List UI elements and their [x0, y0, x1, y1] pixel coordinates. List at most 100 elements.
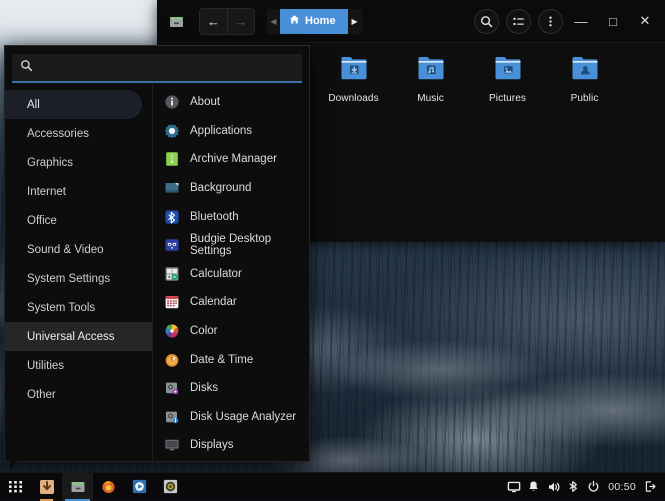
search-icon[interactable] — [474, 9, 499, 34]
app-item-disks[interactable]: Disks — [153, 374, 309, 403]
app-label: Color — [190, 325, 217, 337]
folder-music-icon — [414, 53, 448, 90]
tb-file-manager-icon[interactable] — [62, 473, 93, 501]
folder-item[interactable]: Pictures — [469, 49, 546, 113]
app-item-budgie-desktop-settings[interactable]: Budgie Desktop Settings — [153, 231, 309, 260]
menu-kebab-icon[interactable] — [538, 9, 563, 34]
app-item-date-time[interactable]: Date & Time — [153, 345, 309, 374]
app-label: Archive Manager — [190, 153, 277, 165]
background-icon — [163, 180, 180, 197]
category-item-office[interactable]: Office — [5, 206, 152, 235]
app-item-color[interactable]: Color — [153, 317, 309, 346]
maximize-button[interactable]: □ — [599, 7, 627, 35]
notifications-bell-icon[interactable] — [524, 473, 543, 501]
tb-firefox-icon[interactable] — [93, 473, 124, 501]
category-item-other[interactable]: Other — [5, 380, 152, 409]
folder-item[interactable]: Public — [546, 49, 623, 113]
back-button[interactable]: ← — [200, 9, 227, 34]
app-item-background[interactable]: Background — [153, 174, 309, 203]
tb-app-grid-icon[interactable] — [0, 473, 31, 501]
applications-icon — [163, 122, 180, 139]
tb-downloads-icon[interactable] — [31, 473, 62, 501]
menu-search-area[interactable] — [5, 46, 309, 83]
folder-item[interactable]: Downloads — [315, 49, 392, 113]
breadcrumb-home[interactable]: Home — [280, 9, 348, 34]
disk-usage-analyzer-icon — [163, 408, 180, 425]
folder-label: Pictures — [489, 93, 526, 104]
folder-downloads-icon — [337, 53, 371, 90]
power-icon[interactable] — [584, 473, 603, 501]
about-icon — [163, 94, 180, 111]
close-button[interactable]: ✕ — [631, 7, 659, 35]
app-item-applications[interactable]: Applications — [153, 117, 309, 146]
category-item-system-tools[interactable]: System Tools — [5, 293, 152, 322]
search-icon — [20, 59, 33, 77]
app-label: About — [190, 96, 220, 108]
search-box[interactable] — [12, 54, 302, 83]
calendar-icon — [163, 294, 180, 311]
file-manager-titlebar[interactable]: ← → ◀ Home ▶ — [157, 0, 665, 43]
app-item-displays[interactable]: Displays — [153, 431, 309, 460]
archive-manager-icon — [163, 151, 180, 168]
forward-button[interactable]: → — [227, 9, 254, 34]
app-item-bluetooth[interactable]: Bluetooth — [153, 202, 309, 231]
app-label: Background — [190, 182, 251, 194]
folder-public-icon — [568, 53, 602, 90]
app-label: Disk Usage Analyzer — [190, 411, 296, 423]
application-list[interactable]: About Applications Archive Manager Backgrou… — [153, 83, 309, 461]
display-icon[interactable] — [504, 473, 523, 501]
category-item-sound-video[interactable]: Sound & Video — [5, 235, 152, 264]
home-icon — [289, 14, 300, 28]
folder-label: Downloads — [328, 93, 378, 104]
calculator-icon — [163, 265, 180, 282]
breadcrumb-next-icon[interactable]: ▶ — [348, 9, 362, 34]
volume-icon[interactable] — [544, 473, 563, 501]
folder-item[interactable]: Music — [392, 49, 469, 113]
breadcrumb[interactable]: ◀ Home ▶ — [267, 9, 362, 34]
bluetooth-icon — [163, 208, 180, 225]
search-input[interactable] — [40, 61, 294, 75]
disks-icon — [163, 380, 180, 397]
app-label: Date & Time — [190, 354, 253, 366]
color-icon — [163, 323, 180, 340]
app-label: Applications — [190, 125, 252, 137]
category-item-all[interactable]: All — [5, 90, 142, 119]
taskbar[interactable]: 00:50 — [0, 472, 665, 500]
category-item-utilities[interactable]: Utilities — [5, 351, 152, 380]
category-item-internet[interactable]: Internet — [5, 177, 152, 206]
app-label: Bluetooth — [190, 211, 239, 223]
app-label: Disks — [190, 382, 218, 394]
app-item-archive-manager[interactable]: Archive Manager — [153, 145, 309, 174]
app-label: Displays — [190, 439, 233, 451]
list-view-icon[interactable] — [506, 9, 531, 34]
app-label: Calendar — [190, 296, 237, 308]
clock[interactable]: 00:50 — [604, 481, 640, 493]
tb-media-player-icon[interactable] — [124, 473, 155, 501]
folder-label: Public — [571, 93, 599, 104]
category-item-universal-access[interactable]: Universal Access — [5, 322, 152, 351]
breadcrumb-home-label: Home — [305, 15, 336, 27]
date-time-icon — [163, 351, 180, 368]
menu-pointer-tail — [10, 461, 18, 470]
tb-disc-burner-icon[interactable] — [155, 473, 186, 501]
logout-icon[interactable] — [641, 473, 660, 501]
breadcrumb-prev-icon[interactable]: ◀ — [267, 9, 280, 34]
category-item-system-settings[interactable]: System Settings — [5, 264, 152, 293]
app-item-calendar[interactable]: Calendar — [153, 288, 309, 317]
app-item-disk-usage-analyzer[interactable]: Disk Usage Analyzer — [153, 403, 309, 432]
app-item-about[interactable]: About — [153, 88, 309, 117]
folder-label: Music — [417, 93, 444, 104]
category-item-graphics[interactable]: Graphics — [5, 148, 152, 177]
bluetooth-icon[interactable] — [564, 473, 583, 501]
category-item-accessories[interactable]: Accessories — [5, 119, 152, 148]
nav-buttons[interactable]: ← → — [199, 8, 255, 35]
minimize-button[interactable]: — — [567, 7, 595, 35]
app-label: Calculator — [190, 268, 242, 280]
category-list[interactable]: AllAccessoriesGraphicsInternetOfficeSoun… — [5, 83, 153, 461]
file-manager-icon — [163, 8, 189, 34]
app-item-calculator[interactable]: Calculator — [153, 260, 309, 289]
budgie-settings-icon — [163, 237, 180, 254]
displays-icon — [163, 437, 180, 454]
application-menu[interactable]: AllAccessoriesGraphicsInternetOfficeSoun… — [4, 45, 310, 462]
system-tray[interactable]: 00:50 — [504, 473, 665, 501]
